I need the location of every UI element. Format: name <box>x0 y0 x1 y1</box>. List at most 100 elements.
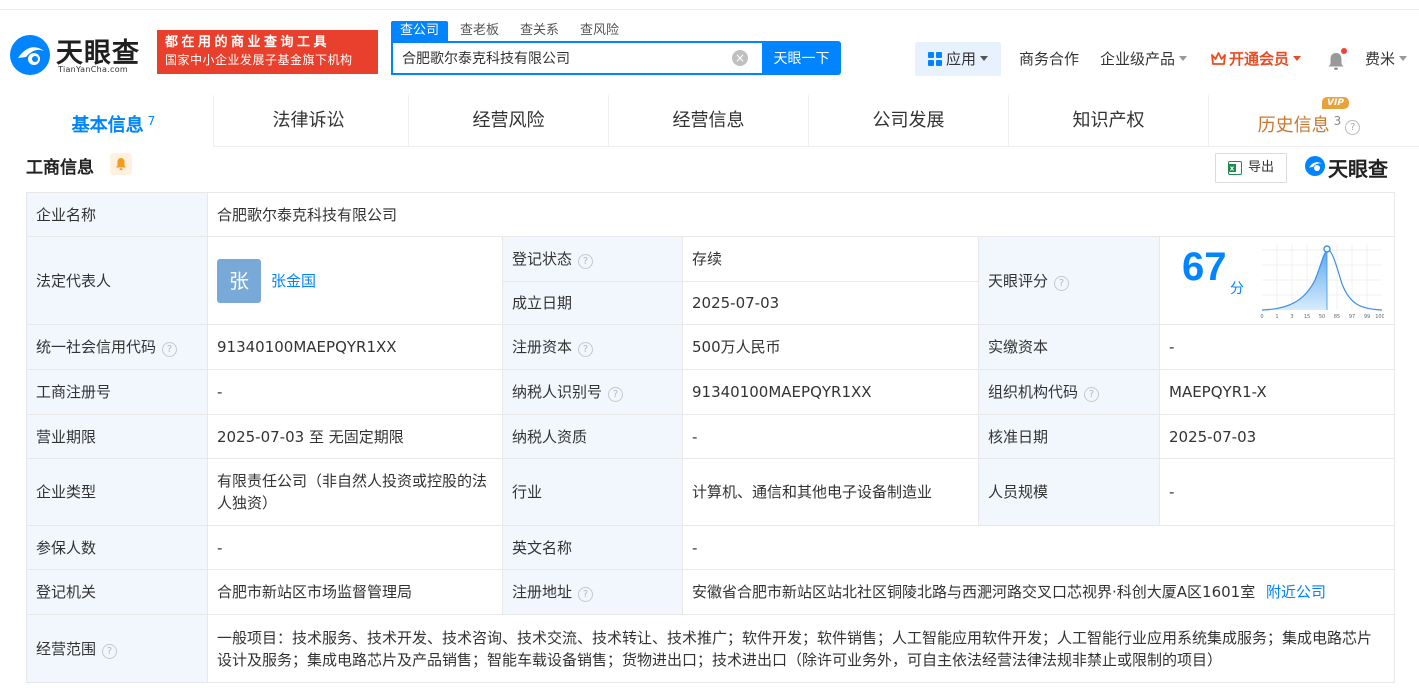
approve-date-value: 2025-07-03 <box>1159 414 1395 459</box>
table-row: 企业名称 合肥歌尔泰克科技有限公司 <box>26 192 1395 237</box>
nav-enterprise-menu[interactable]: 企业级产品 <box>1100 42 1188 76</box>
chevron-down-icon <box>1179 56 1188 61</box>
search-tab-company[interactable]: 查公司 <box>391 21 449 41</box>
reg-status-label: 登记状态? <box>502 236 683 282</box>
en-name-value: - <box>682 525 1395 570</box>
help-icon[interactable]: ? <box>102 643 118 659</box>
tab-operation-info[interactable]: 经营信息 <box>609 95 809 147</box>
credit-code-label: 统一社会信用代码? <box>26 324 208 370</box>
biz-reg-no-label: 工商注册号 <box>26 369 208 415</box>
label-text: 组织机构代码 <box>988 383 1079 401</box>
search-button[interactable]: 天眼一下 <box>762 41 841 75</box>
tab-label: 经营风险 <box>472 110 545 131</box>
term-label: 营业期限 <box>26 414 208 459</box>
table-row: 经营范围? 一般项目：技术服务、技术开发、技术咨询、技术交流、技术转让、技术推广… <box>26 614 1395 683</box>
tab-label: 知识产权 <box>1072 110 1145 131</box>
site-header: 天眼查 TianYanCha.com 都在用的商业查询工具 国家中小企业发展子基… <box>0 11 1419 95</box>
subscribe-button[interactable] <box>110 153 132 175</box>
table-row: 统一社会信用代码? 91340100MAEPQYR1XX 注册资本? 500万人… <box>26 324 1395 370</box>
address-value: 安徽省合肥市新站区站北社区铜陵北路与西淝河路交叉口芯视界·科创大厦A区1601室 <box>692 583 1256 601</box>
industry-label: 行业 <box>502 458 683 526</box>
taxpayer-qual-label: 纳税人资质 <box>502 414 683 459</box>
vip-badge: VIP <box>1322 97 1349 109</box>
bell-icon <box>1328 53 1344 70</box>
help-icon[interactable]: ? <box>608 387 624 402</box>
avatar[interactable]: 张 <box>217 258 261 303</box>
scope-value: 一般项目：技术服务、技术开发、技术咨询、技术交流、技术转让、技术推广；软件开发；… <box>207 614 1395 683</box>
detail-tabbar: 基本信息 7 法律诉讼 经营风险 经营信息 公司发展 知识产权 VIP 历史信息 3… <box>14 95 1419 147</box>
table-row: 登记机关 合肥市新站区市场监督管理局 注册地址? 安徽省合肥市新站区站北社区铜陵… <box>26 569 1395 615</box>
label-text: 经营范围 <box>36 639 97 658</box>
help-icon[interactable]: ? <box>578 254 594 269</box>
tianyancha-logo-icon <box>10 35 50 75</box>
help-icon[interactable]: ? <box>578 342 594 357</box>
taxpayer-qual-value: - <box>682 414 979 459</box>
tab-count: 7 <box>147 114 156 128</box>
slogan-banner[interactable]: 都在用的商业查询工具 国家中小企业发展子基金旗下机构 <box>157 30 378 74</box>
tick-label: 1 <box>1275 314 1278 320</box>
tab-ip[interactable]: 知识产权 <box>1009 95 1209 147</box>
company-name-value: 合肥歌尔泰克科技有限公司 <box>207 192 1395 237</box>
tick-label: 97 <box>1349 314 1355 320</box>
help-icon[interactable]: ? <box>1345 120 1361 135</box>
insured-label: 参保人数 <box>26 525 208 570</box>
tick-label: 0 <box>1260 314 1263 320</box>
help-icon[interactable]: ? <box>578 587 594 602</box>
tianyancha-logo-icon <box>1305 156 1325 176</box>
company-detail: 基本信息 7 法律诉讼 经营风险 经营信息 公司发展 知识产权 VIP 历史信息 3… <box>14 95 1419 691</box>
search-type-tabs: 查公司 查老板 查关系 查风险 <box>391 21 631 41</box>
user-menu[interactable]: 费米 <box>1365 42 1408 76</box>
table-row: 工商注册号 - 纳税人识别号? 91340100MAEPQYR1XX 组织机构代… <box>26 369 1395 415</box>
nearby-companies-link[interactable]: 附近公司 <box>1266 583 1326 601</box>
clear-icon[interactable]: × <box>732 50 748 66</box>
tab-label: 法律诉讼 <box>272 110 345 131</box>
tab-development[interactable]: 公司发展 <box>809 95 1009 147</box>
address-cell: 安徽省合肥市新站区站北社区铜陵北路与西淝河路交叉口芯视界·科创大厦A区1601室… <box>682 569 1395 615</box>
notification-bell[interactable] <box>1327 48 1347 70</box>
staff-label: 人员规模 <box>978 458 1160 526</box>
found-date-value: 2025-07-03 <box>682 281 979 325</box>
score-widget: 67 分 0 1 3 15 50 85 97 99 100 <box>1160 238 1394 324</box>
label-text: 注册地址 <box>512 583 573 601</box>
brand-text: 天眼查 <box>1328 157 1388 181</box>
legal-rep-link[interactable]: 张金国 <box>271 270 316 292</box>
tab-legal[interactable]: 法律诉讼 <box>209 95 409 147</box>
tab-label: 基本信息 <box>71 115 144 136</box>
tab-operation-risk[interactable]: 经营风险 <box>409 95 609 147</box>
search-input[interactable] <box>393 43 723 73</box>
tick-label: 99 <box>1364 314 1370 320</box>
table-row: 企业类型 有限责任公司（非自然人投资或控股的法人独资） 行业 计算机、通信和其他… <box>26 458 1395 526</box>
tick-label: 100 <box>1375 314 1384 320</box>
table-row: 参保人数 - 英文名称 - <box>26 525 1395 570</box>
score-cell[interactable]: 67 分 0 1 3 15 50 85 97 99 100 <box>1159 236 1395 325</box>
logo-subtitle: TianYanCha.com <box>58 65 128 74</box>
search-tab-risk[interactable]: 查风险 <box>571 21 628 41</box>
tick-label: 85 <box>1334 314 1340 320</box>
site-logo[interactable]: 天眼查 TianYanCha.com <box>8 31 150 79</box>
nav-vip-menu[interactable]: 开通会员 <box>1211 42 1302 76</box>
score-unit: 分 <box>1230 280 1244 297</box>
chevron-down-icon <box>1399 56 1408 61</box>
found-date-label: 成立日期 <box>502 281 683 325</box>
tab-basic-info[interactable]: 基本信息 7 <box>14 95 214 147</box>
apps-menu-button[interactable]: 应用 <box>915 42 1001 76</box>
label-text: 天眼评分 <box>988 271 1049 290</box>
score-marker <box>1323 244 1331 253</box>
search-tab-boss[interactable]: 查老板 <box>451 21 508 41</box>
tab-history[interactable]: VIP 历史信息 3? <box>1209 95 1409 147</box>
notification-dot <box>1341 48 1347 54</box>
export-button[interactable]: x 导出 <box>1215 153 1287 183</box>
chevron-down-icon <box>980 56 988 61</box>
search-tab-relation[interactable]: 查关系 <box>511 21 568 41</box>
taxpayer-id-value: 91340100MAEPQYR1XX <box>682 369 979 415</box>
tick-label: 50 <box>1319 314 1325 320</box>
svg-text:x: x <box>1230 165 1235 173</box>
biz-reg-no-value: - <box>207 369 503 415</box>
help-icon[interactable]: ? <box>162 342 178 357</box>
help-icon[interactable]: ? <box>1084 387 1100 402</box>
label-text: 统一社会信用代码 <box>36 338 157 356</box>
org-code-value: MAEPQYR1-X <box>1159 369 1395 415</box>
nav-business-link[interactable]: 商务合作 <box>1019 42 1079 76</box>
help-icon[interactable]: ? <box>1054 275 1070 291</box>
label-text: 登记状态 <box>512 250 573 268</box>
